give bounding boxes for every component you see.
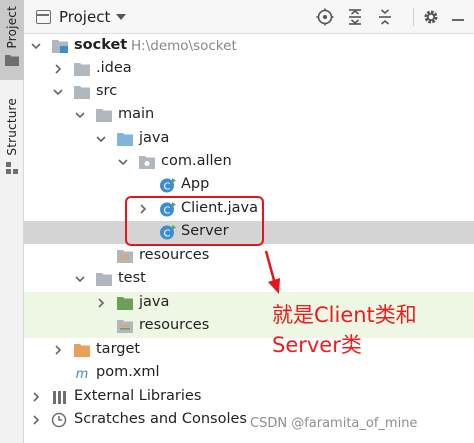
tree-label: .idea (96, 60, 132, 76)
tree-label: resources (139, 317, 210, 333)
excluded-folder-icon (74, 344, 90, 357)
tree-label: resources (139, 247, 210, 263)
package-icon (139, 156, 155, 169)
test-resources-folder-icon (117, 320, 133, 333)
project-tool-tab[interactable]: Project (0, 0, 24, 80)
hide-icon[interactable] (449, 8, 467, 26)
tree-label: socket (74, 37, 128, 53)
folder-icon (74, 86, 90, 99)
annotation-text: 就是Client类和 Server类 (272, 300, 417, 360)
annotation-line-1: 就是Client类和 (272, 303, 417, 327)
tree-label: java (139, 130, 170, 146)
project-header: Project (24, 0, 474, 34)
locate-file-icon[interactable] (316, 8, 334, 26)
chevron-right-icon[interactable] (96, 298, 106, 308)
chevron-down-icon[interactable] (96, 134, 106, 144)
tree-row-src[interactable]: src (24, 81, 474, 104)
highlight-box (125, 196, 264, 246)
scratches-icon (51, 412, 67, 428)
source-folder-icon (117, 133, 133, 146)
project-tool-label: Project (5, 6, 19, 49)
structure-icon (6, 161, 18, 174)
tree-label: java (139, 294, 170, 310)
folder-icon (5, 55, 19, 67)
chevron-right-icon[interactable] (31, 392, 41, 402)
maven-icon: m (76, 367, 89, 381)
tree-row-idea[interactable]: .idea (24, 58, 474, 81)
tree-row-test[interactable]: test (24, 268, 474, 291)
tree-label: pom.xml (96, 364, 160, 380)
project-path: H:\demo\socket (131, 38, 237, 54)
tree-row-main[interactable]: main (24, 104, 474, 127)
view-dropdown-icon[interactable] (116, 14, 126, 20)
tree-row-app[interactable]: C App (24, 174, 474, 197)
tree-label: Scratches and Consoles (74, 411, 247, 427)
chevron-right-icon[interactable] (53, 345, 63, 355)
tree-label: External Libraries (74, 388, 202, 404)
tree-row-java-main[interactable]: java (24, 128, 474, 151)
tree-row-resources-main[interactable]: resources (24, 245, 474, 268)
resources-folder-icon (117, 250, 133, 263)
module-folder-icon (52, 40, 68, 53)
tree-label: src (96, 83, 118, 99)
tree-row-external-libraries[interactable]: External Libraries (24, 386, 474, 409)
annotation-line-2: Server类 (272, 333, 362, 357)
folder-icon (96, 109, 112, 122)
svg-text:C: C (164, 182, 171, 193)
tree-row-pom[interactable]: m pom.xml (24, 362, 474, 385)
chevron-right-icon[interactable] (53, 64, 63, 74)
watermark: CSDN @faramita_of_mine (250, 416, 418, 431)
chevron-right-icon[interactable] (31, 415, 41, 425)
chevron-down-icon[interactable] (118, 157, 128, 167)
chevron-down-icon[interactable] (75, 110, 85, 120)
collapse-all-icon[interactable] (376, 8, 394, 26)
library-icon (53, 391, 66, 404)
tree-label: main (118, 106, 155, 122)
tree-label: com.allen (161, 153, 232, 169)
tree-row-socket[interactable]: socket H:\demo\socket (24, 35, 474, 58)
annotation-arrow-icon (264, 250, 280, 294)
tree-label: target (96, 341, 141, 357)
structure-tool-label: Structure (5, 98, 19, 156)
chevron-down-icon[interactable] (31, 41, 41, 51)
tool-window-strip: Project Structure (0, 0, 24, 443)
java-class-icon: C (160, 178, 176, 193)
header-separator (413, 8, 414, 26)
folder-icon (74, 63, 90, 76)
project-view-title[interactable]: Project (59, 8, 110, 26)
folder-icon (96, 273, 112, 286)
project-view-icon (36, 10, 51, 24)
expand-all-icon[interactable] (346, 8, 364, 26)
svg-text:m: m (76, 367, 89, 381)
tree-label: App (181, 176, 210, 192)
test-source-folder-icon (117, 297, 133, 310)
tree-row-package[interactable]: com.allen (24, 151, 474, 174)
chevron-down-icon[interactable] (75, 274, 85, 284)
gear-icon[interactable] (422, 8, 440, 26)
chevron-down-icon[interactable] (53, 87, 63, 97)
structure-tool-tab[interactable]: Structure (0, 96, 24, 176)
tree-label: test (118, 270, 146, 286)
